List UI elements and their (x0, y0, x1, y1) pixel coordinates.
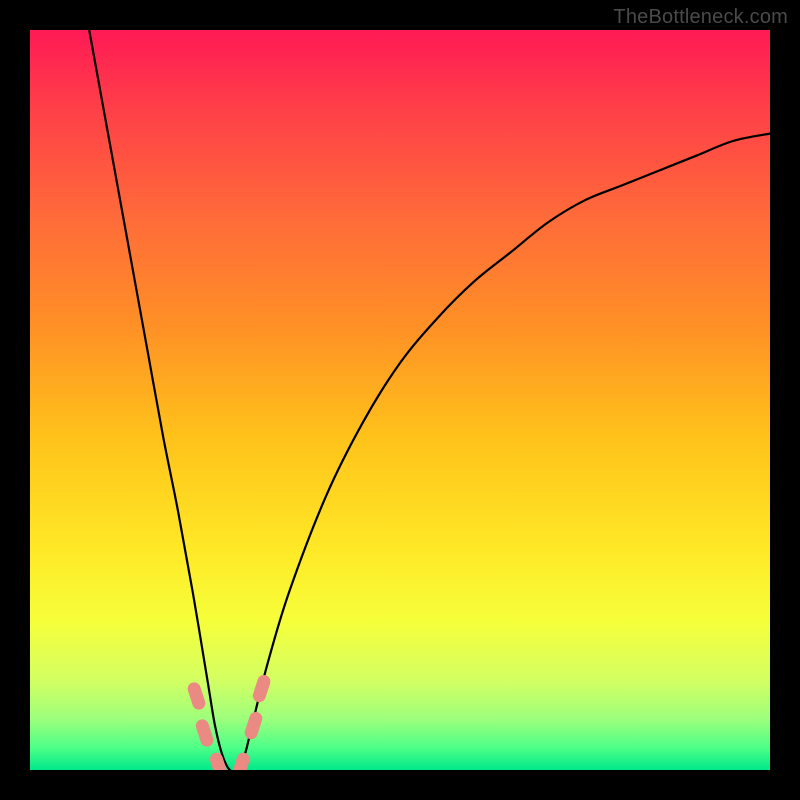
chart-frame: TheBottleneck.com (0, 0, 800, 800)
bottleneck-chart (30, 30, 770, 770)
plot-area (30, 30, 770, 770)
gradient-background (30, 30, 770, 770)
watermark-text: TheBottleneck.com (613, 6, 788, 29)
